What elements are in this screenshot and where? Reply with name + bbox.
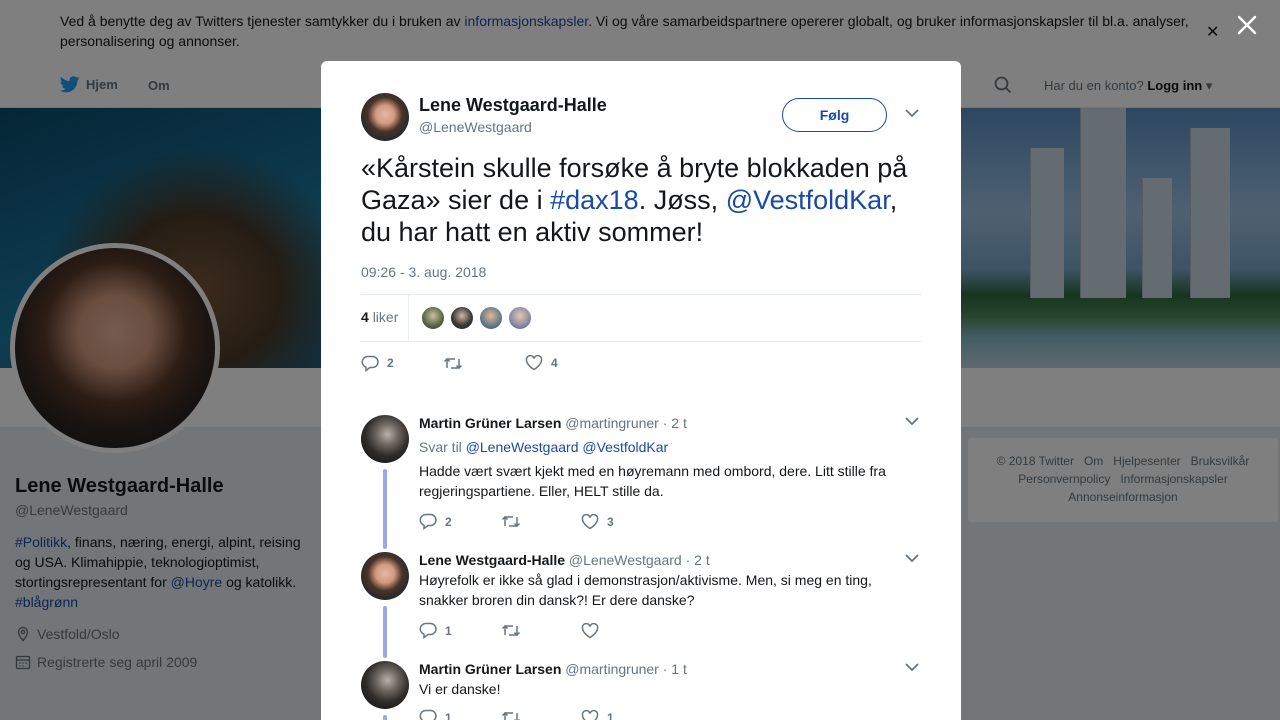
retweet-button[interactable] — [501, 710, 581, 720]
reply-icon — [419, 513, 437, 530]
tweet-stats: 4 liker — [361, 294, 921, 342]
follow-button[interactable]: Følg — [782, 98, 887, 132]
reply-text: Vi er danske! — [419, 681, 501, 697]
reply-icon — [419, 622, 437, 639]
reply-button[interactable]: 1 — [419, 709, 501, 720]
retweet-button[interactable] — [501, 514, 581, 529]
thread-connector — [383, 606, 387, 658]
reply-count: 2 — [387, 356, 394, 370]
reply-author-name[interactable]: Lene Westgaard-Halle — [419, 552, 565, 568]
reply-button[interactable]: 2 — [361, 355, 443, 372]
thread-connector — [383, 715, 387, 720]
reply-to-label: Svar til — [419, 439, 462, 455]
reply-author-name[interactable]: Martin Grüner Larsen — [419, 415, 561, 431]
retweet-icon — [443, 357, 463, 369]
like-button[interactable]: 1 — [581, 709, 614, 720]
retweet-icon — [501, 515, 521, 528]
tweet-mention[interactable]: @VestfoldKar — [726, 185, 890, 215]
reply-age[interactable]: · 1 t — [663, 661, 687, 677]
like-button[interactable]: 3 — [581, 513, 614, 530]
reply-count: 1 — [445, 623, 452, 638]
reply-header: Lene Westgaard-Halle @LeneWestgaard · 2 … — [419, 552, 710, 568]
chevron-down-icon[interactable] — [905, 109, 919, 118]
liker-avatar[interactable] — [421, 306, 445, 330]
reply-age[interactable]: · 2 t — [686, 552, 710, 568]
tweet-text-part: . Jøss, — [638, 185, 726, 215]
chevron-down-icon[interactable] — [905, 417, 919, 426]
reply-header: Martin Grüner Larsen @martingruner · 1 t — [419, 661, 687, 677]
heart-icon — [525, 355, 543, 371]
reply-button[interactable]: 1 — [419, 622, 501, 639]
reply-author-avatar[interactable] — [361, 661, 409, 709]
heart-icon — [581, 513, 599, 529]
reply-author-avatar[interactable] — [361, 415, 409, 463]
like-count: 1 — [607, 710, 614, 720]
liker-avatar[interactable] — [450, 306, 474, 330]
thread-connector — [383, 469, 387, 549]
reply-count: 2 — [445, 514, 452, 529]
reply-tweet[interactable]: Martin Grüner Larsen @martingruner · 2 t… — [361, 415, 921, 549]
reply-tweet[interactable]: Martin Grüner Larsen @martingruner · 1 t… — [361, 661, 921, 720]
reply-author-handle[interactable]: @LeneWestgaard — [569, 552, 682, 568]
reply-author-handle[interactable]: @martingruner — [565, 415, 659, 431]
reply-to-mention[interactable]: @LeneWestgaard — [466, 439, 579, 455]
tweet-hashtag[interactable]: #dax18 — [550, 185, 639, 215]
tweet-modal: Lene Westgaard-Halle @LeneWestgaard Følg… — [321, 61, 961, 720]
likes-count-number: 4 — [361, 309, 369, 325]
reply-to-mention[interactable]: @VestfoldKar — [582, 439, 668, 455]
tweet-actions: 2 4 — [361, 353, 558, 373]
reply-author-avatar[interactable] — [361, 552, 409, 600]
reply-actions: 1 — [419, 622, 607, 639]
stats-divider — [408, 295, 409, 341]
reply-icon — [361, 355, 379, 372]
likes-count[interactable]: 4 liker — [361, 309, 398, 325]
reply-header: Martin Grüner Larsen @martingruner · 2 t — [419, 415, 687, 431]
chevron-down-icon[interactable] — [905, 663, 919, 672]
close-icon[interactable] — [1234, 12, 1260, 38]
tweet-timestamp[interactable]: 09:26 - 3. aug. 2018 — [361, 264, 486, 280]
reply-icon — [419, 709, 437, 720]
reply-text: Høyrefolk er ikke så glad i demonstrasjo… — [419, 572, 872, 608]
likes-count-label: liker — [372, 309, 399, 325]
tweet-author-handle[interactable]: @LeneWestgaard — [419, 119, 532, 135]
tweet-author-name[interactable]: Lene Westgaard-Halle — [419, 95, 607, 116]
like-button[interactable] — [581, 622, 607, 639]
reply-text: Hadde vært svært kjekt med en høyremann … — [419, 463, 886, 499]
reply-actions: 1 1 — [419, 709, 614, 720]
liker-avatar[interactable] — [508, 306, 532, 330]
heart-icon — [581, 709, 599, 720]
reply-actions: 2 3 — [419, 513, 614, 530]
like-button[interactable]: 4 — [525, 355, 558, 371]
like-count: 4 — [551, 356, 558, 370]
retweet-icon — [501, 624, 521, 637]
reply-author-handle[interactable]: @martingruner — [565, 661, 659, 677]
chevron-down-icon[interactable] — [905, 554, 919, 563]
retweet-button[interactable] — [501, 623, 581, 638]
reply-to-line: Svar til @LeneWestgaard @VestfoldKar — [419, 439, 668, 455]
retweet-button[interactable] — [443, 356, 525, 371]
tweet-author-avatar[interactable] — [361, 93, 409, 141]
liker-avatar[interactable] — [479, 306, 503, 330]
like-count: 3 — [607, 514, 614, 529]
reply-tweet[interactable]: Lene Westgaard-Halle @LeneWestgaard · 2 … — [361, 552, 921, 658]
reply-age[interactable]: · 2 t — [663, 415, 687, 431]
heart-icon — [581, 622, 599, 638]
reply-button[interactable]: 2 — [419, 513, 501, 530]
reply-count: 1 — [445, 710, 452, 720]
retweet-icon — [501, 711, 520, 720]
tweet-text: «Kårstein skulle forsøke å bryte blokkad… — [361, 152, 931, 248]
reply-author-name[interactable]: Martin Grüner Larsen — [419, 661, 561, 677]
